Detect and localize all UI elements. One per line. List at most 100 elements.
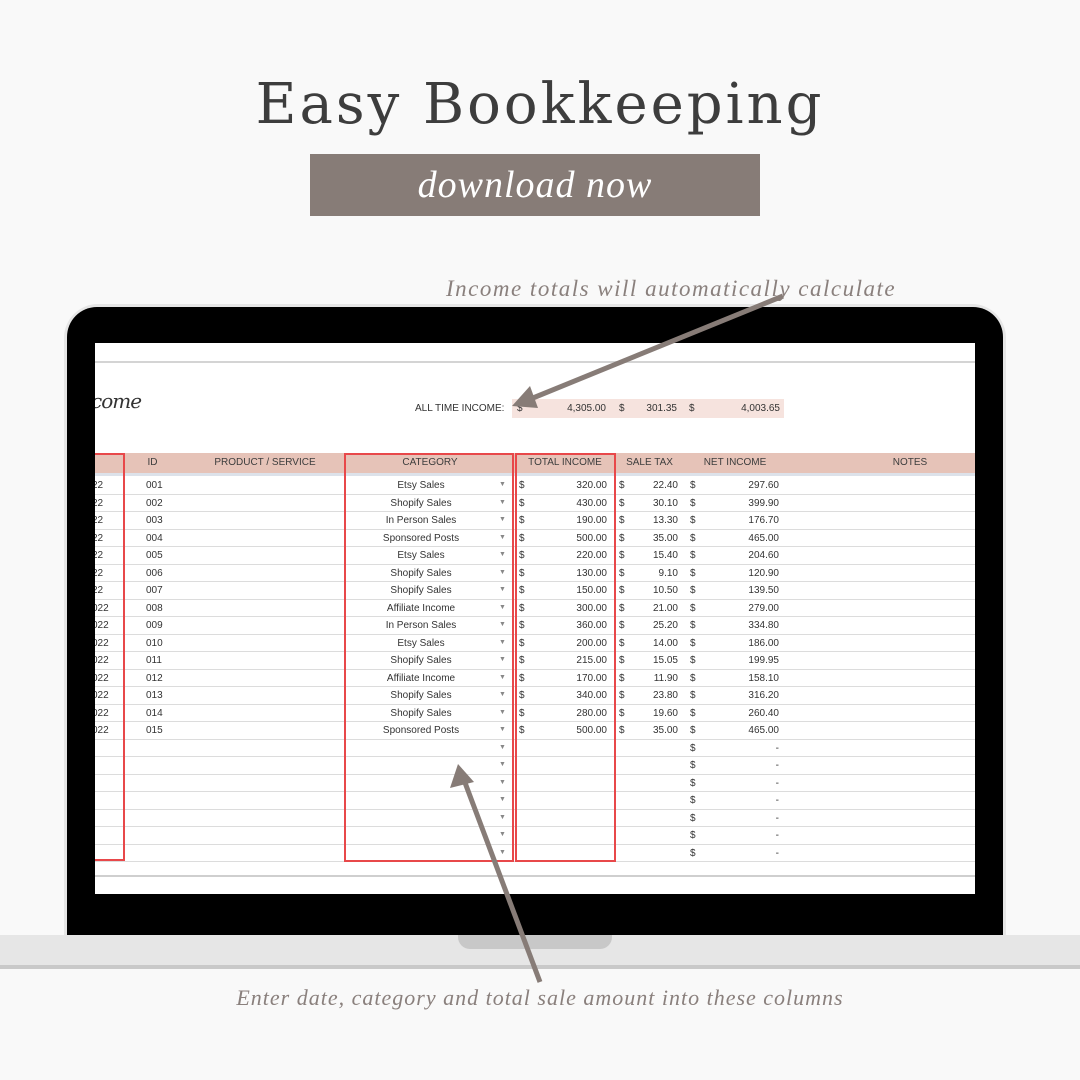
table-row-empty[interactable]: $ - ▼ (95, 756, 975, 775)
table-row-empty[interactable]: $ - ▼ (95, 774, 975, 792)
category-cell[interactable]: Sponsored Posts (347, 533, 495, 544)
total-income-cell[interactable]: 190.00 (535, 515, 607, 526)
table-row[interactable]: 22 006 Shopify Sales $130.00 $9.10 $120.90 ▼ (95, 564, 975, 582)
category-cell[interactable]: Affiliate Income (347, 603, 495, 614)
sale-tax-cell[interactable]: 14.00 (635, 638, 678, 649)
table-row[interactable]: 22 003 In Person Sales $190.00 $13.30 $176.70… (95, 511, 975, 530)
dropdown-arrow-icon[interactable]: ▼ (499, 569, 506, 576)
sale-tax-cell[interactable]: 15.05 (635, 655, 678, 666)
id-cell[interactable]: 009 (146, 620, 163, 631)
category-cell[interactable]: Shopify Sales (347, 585, 495, 596)
download-now-button[interactable]: download now (310, 154, 760, 216)
date-cell[interactable]: 22 (95, 498, 103, 509)
dropdown-arrow-icon[interactable]: ▼ (499, 604, 506, 611)
table-row[interactable]: 22 005 Etsy Sales $220.00 $15.40 $204.60 ▼ (95, 546, 975, 565)
dropdown-arrow-icon[interactable]: ▼ (499, 796, 506, 803)
dropdown-arrow-icon[interactable]: ▼ (499, 551, 506, 558)
id-cell[interactable]: 010 (146, 638, 163, 649)
dropdown-arrow-icon[interactable]: ▼ (499, 481, 506, 488)
dropdown-arrow-icon[interactable]: ▼ (499, 639, 506, 646)
id-cell[interactable]: 005 (146, 550, 163, 561)
sale-tax-cell[interactable]: 25.20 (635, 620, 678, 631)
date-cell[interactable]: 022 (95, 673, 109, 684)
sale-tax-cell[interactable]: 35.00 (635, 725, 678, 736)
date-cell[interactable]: 22 (95, 480, 103, 491)
total-income-cell[interactable]: 150.00 (535, 585, 607, 596)
sale-tax-cell[interactable]: 10.50 (635, 585, 678, 596)
total-income-cell[interactable]: 430.00 (535, 498, 607, 509)
dropdown-arrow-icon[interactable]: ▼ (499, 761, 506, 768)
total-income-cell[interactable]: 300.00 (535, 603, 607, 614)
col-header-category[interactable]: CATEGORY (347, 457, 513, 468)
table-row-empty[interactable]: $ - ▼ (95, 826, 975, 845)
dropdown-arrow-icon[interactable]: ▼ (499, 516, 506, 523)
net-income-cell[interactable]: 199.95 (707, 655, 779, 666)
table-row[interactable]: 022 008 Affiliate Income $300.00 $21.00 $279.… (95, 599, 975, 617)
dropdown-arrow-icon[interactable]: ▼ (499, 586, 506, 593)
table-row-empty[interactable]: $ - ▼ (95, 791, 975, 810)
category-cell[interactable]: Etsy Sales (347, 638, 495, 649)
id-cell[interactable]: 014 (146, 708, 163, 719)
net-income-cell[interactable]: 176.70 (707, 515, 779, 526)
sale-tax-cell[interactable]: 19.60 (635, 708, 678, 719)
dropdown-arrow-icon[interactable]: ▼ (499, 674, 506, 681)
date-cell[interactable]: 022 (95, 603, 109, 614)
total-income-cell[interactable]: 130.00 (535, 568, 607, 579)
date-cell[interactable]: 022 (95, 725, 109, 736)
id-cell[interactable]: 003 (146, 515, 163, 526)
col-header-product[interactable]: PRODUCT / SERVICE (195, 457, 335, 468)
sale-tax-cell[interactable]: 11.90 (635, 673, 678, 684)
total-income-cell[interactable]: 340.00 (535, 690, 607, 701)
total-income-cell[interactable]: 220.00 (535, 550, 607, 561)
col-header-notes[interactable]: NOTES (855, 457, 965, 468)
category-cell[interactable]: Shopify Sales (347, 568, 495, 579)
table-row[interactable]: 022 012 Affiliate Income $170.00 $11.90 $158.… (95, 669, 975, 687)
sale-tax-cell[interactable]: 23.80 (635, 690, 678, 701)
dropdown-arrow-icon[interactable]: ▼ (499, 621, 506, 628)
table-row[interactable]: 22 001 Etsy Sales $320.00 $22.40 $297.60 ▼ (95, 476, 975, 495)
category-cell[interactable]: In Person Sales (347, 515, 495, 526)
dropdown-arrow-icon[interactable]: ▼ (499, 779, 506, 786)
dropdown-arrow-icon[interactable]: ▼ (499, 656, 506, 663)
dropdown-arrow-icon[interactable]: ▼ (499, 726, 506, 733)
net-income-cell[interactable]: - (707, 830, 779, 841)
category-cell[interactable]: In Person Sales (347, 620, 495, 631)
net-income-cell[interactable]: 399.90 (707, 498, 779, 509)
category-cell[interactable]: Etsy Sales (347, 550, 495, 561)
col-header-total-income[interactable]: TOTAL INCOME (517, 457, 613, 468)
net-income-cell[interactable]: 316.20 (707, 690, 779, 701)
table-row[interactable]: 22 002 Shopify Sales $430.00 $30.10 $399.90 ▼ (95, 494, 975, 512)
date-cell[interactable]: 22 (95, 515, 103, 526)
id-cell[interactable]: 015 (146, 725, 163, 736)
category-cell[interactable]: Shopify Sales (347, 690, 495, 701)
date-cell[interactable]: 22 (95, 550, 103, 561)
total-income-cell[interactable]: 200.00 (535, 638, 607, 649)
total-income-cell[interactable]: 500.00 (535, 725, 607, 736)
sale-tax-cell[interactable]: 13.30 (635, 515, 678, 526)
net-income-cell[interactable]: - (707, 848, 779, 859)
id-cell[interactable]: 008 (146, 603, 163, 614)
net-income-cell[interactable]: - (707, 743, 779, 754)
sale-tax-cell[interactable]: 22.40 (635, 480, 678, 491)
total-income-cell[interactable]: 360.00 (535, 620, 607, 631)
table-row[interactable]: 22 007 Shopify Sales $150.00 $10.50 $139.50 ▼ (95, 581, 975, 600)
table-row[interactable]: 022 010 Etsy Sales $200.00 $14.00 $186.00 ▼ (95, 634, 975, 652)
net-income-cell[interactable]: 297.60 (707, 480, 779, 491)
dropdown-arrow-icon[interactable]: ▼ (499, 691, 506, 698)
table-row[interactable]: 022 009 In Person Sales $360.00 $25.20 $334.8… (95, 616, 975, 635)
net-income-cell[interactable]: 334.80 (707, 620, 779, 631)
net-income-cell[interactable]: 120.90 (707, 568, 779, 579)
sale-tax-cell[interactable]: 15.40 (635, 550, 678, 561)
id-cell[interactable]: 002 (146, 498, 163, 509)
net-income-cell[interactable]: 279.00 (707, 603, 779, 614)
id-cell[interactable]: 001 (146, 480, 163, 491)
dropdown-arrow-icon[interactable]: ▼ (499, 709, 506, 716)
sale-tax-cell[interactable]: 9.10 (635, 568, 678, 579)
total-income-cell[interactable]: 320.00 (535, 480, 607, 491)
id-cell[interactable]: 012 (146, 673, 163, 684)
dropdown-arrow-icon[interactable]: ▼ (499, 849, 506, 856)
total-income-cell[interactable]: 170.00 (535, 673, 607, 684)
category-cell[interactable]: Shopify Sales (347, 655, 495, 666)
table-row-empty[interactable]: $ - ▼ (95, 809, 975, 827)
category-cell[interactable]: Shopify Sales (347, 708, 495, 719)
